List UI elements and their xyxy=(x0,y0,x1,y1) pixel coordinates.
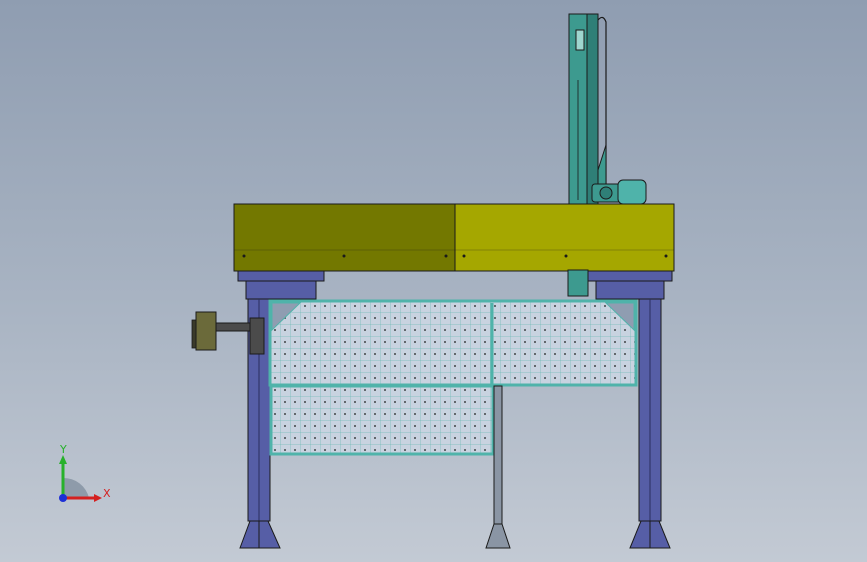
safety-guard-lower[interactable] xyxy=(269,384,495,456)
gantry-model[interactable] xyxy=(0,0,867,562)
beam-carriage xyxy=(567,269,589,297)
y-axis-label: Y xyxy=(60,443,67,456)
cad-viewport[interactable]: Y X xyxy=(0,0,867,562)
coordinate-triad xyxy=(59,455,102,502)
vertical-mast[interactable] xyxy=(568,13,607,207)
gantry-beam[interactable] xyxy=(233,203,675,272)
drive-motor[interactable] xyxy=(591,179,647,205)
safety-guard-upper[interactable] xyxy=(268,299,638,387)
control-pendant[interactable] xyxy=(191,311,265,355)
x-axis-label: X xyxy=(103,487,111,500)
